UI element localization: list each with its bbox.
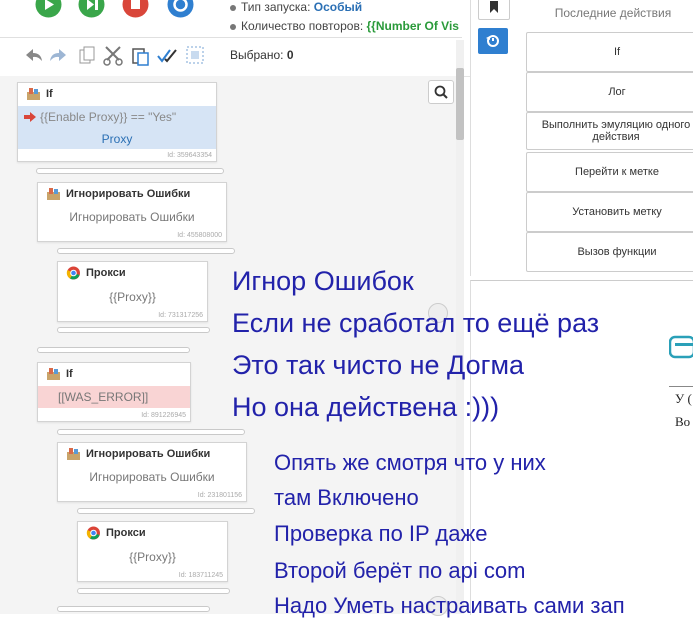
bookmark-button[interactable] bbox=[478, 0, 510, 20]
block-body: Игнорировать Ошибки bbox=[89, 470, 215, 484]
action-goto-label-button[interactable]: Перейти к метке bbox=[526, 152, 693, 192]
proxy-block[interactable]: Прокси {{Proxy}} Id: 183711245 bbox=[77, 521, 228, 582]
block-header: Игнорировать Ошибки bbox=[58, 443, 246, 465]
block-body: {{Proxy}} bbox=[129, 550, 176, 564]
block-id: Id: 231801156 bbox=[197, 492, 242, 499]
selected-value: 0 bbox=[286, 48, 294, 62]
divider bbox=[669, 386, 693, 387]
block-title: Игнорировать Ошибки bbox=[86, 448, 211, 460]
connector bbox=[57, 327, 210, 333]
block-id: Id: 731317256 bbox=[158, 312, 203, 319]
annotation-line: Опять же смотря что у них bbox=[274, 450, 546, 475]
condition-sub: Proxy bbox=[101, 132, 133, 146]
connector bbox=[77, 588, 230, 594]
annotation-line: там Включено bbox=[274, 485, 419, 510]
bullet-icon bbox=[230, 23, 236, 30]
bullet-icon bbox=[230, 4, 236, 11]
block-header: Прокси bbox=[78, 522, 227, 544]
block-header: If bbox=[38, 363, 190, 385]
ignore-errors-block[interactable]: Игнорировать Ошибки Игнорировать Ошибки … bbox=[37, 182, 227, 242]
selected-label: Выбрано: bbox=[230, 48, 284, 62]
condition-text: {{Enable Proxy}} == "Yes" bbox=[40, 110, 177, 124]
launch-type-label: Тип запуска: bbox=[241, 0, 311, 14]
annotation-line: Игнор Ошибок bbox=[232, 266, 414, 296]
action-if-button[interactable]: If bbox=[526, 32, 693, 72]
copy-icon[interactable] bbox=[76, 44, 98, 66]
condition-area: {{Enable Proxy}} == "Yes" Proxy bbox=[18, 106, 216, 149]
block-id: Id: 359643354 bbox=[167, 152, 212, 159]
history-button[interactable] bbox=[478, 28, 508, 54]
condition-area: [[WAS_ERROR]] bbox=[38, 386, 190, 408]
search-button[interactable] bbox=[428, 80, 454, 104]
annotation-line: Надо Уметь настраивать сами зап bbox=[274, 593, 625, 618]
annotation-line: Но она действена :))) bbox=[232, 392, 500, 422]
if-error-block[interactable]: If [[WAS_ERROR]] Id: 891226945 bbox=[37, 362, 191, 422]
selection-frame-icon[interactable] bbox=[184, 44, 206, 66]
divider bbox=[0, 37, 462, 38]
paste-icon[interactable] bbox=[130, 44, 152, 66]
ignore-errors-icon bbox=[67, 448, 80, 460]
block-header: If bbox=[18, 83, 216, 105]
connector bbox=[57, 429, 245, 435]
selected-count: Выбрано: 0 bbox=[230, 48, 294, 62]
annotation-line: Второй берёт по api com bbox=[274, 558, 526, 583]
block-header: Игнорировать Ошибки bbox=[38, 183, 226, 205]
history-label: Последние действия bbox=[554, 6, 672, 20]
action-log-button[interactable]: Лог bbox=[526, 72, 693, 112]
block-id: Id: 183711245 bbox=[178, 572, 223, 579]
arrow-right-icon bbox=[24, 112, 36, 122]
block-id: Id: 455808000 bbox=[177, 232, 222, 239]
block-title: Игнорировать Ошибки bbox=[66, 188, 191, 200]
block-title: If bbox=[66, 368, 73, 380]
restart-icon[interactable] bbox=[167, 0, 194, 18]
connector bbox=[77, 508, 255, 514]
block-body: {{Proxy}} bbox=[109, 290, 156, 304]
window-icon bbox=[668, 333, 693, 361]
repeat-label: Количество повторов: bbox=[241, 19, 364, 33]
repeat-count: Количество повторов: {{Number Of Vis bbox=[230, 19, 459, 33]
chrome-icon bbox=[86, 526, 100, 540]
connector bbox=[57, 248, 235, 254]
select-all-icon[interactable] bbox=[156, 44, 178, 66]
block-title: If bbox=[46, 88, 53, 100]
action-emulate-button[interactable]: Выполнить эмуляцию одного действия bbox=[526, 112, 693, 150]
chrome-icon bbox=[66, 266, 80, 280]
block-title: Прокси bbox=[86, 267, 126, 279]
repeat-value[interactable]: {{Number Of Vis bbox=[367, 19, 459, 33]
step-icon[interactable] bbox=[78, 0, 105, 18]
search-icon bbox=[434, 85, 448, 99]
redo-icon[interactable] bbox=[48, 44, 70, 66]
if-block[interactable]: If {{Enable Proxy}} == "Yes" Proxy Id: 3… bbox=[17, 82, 217, 162]
annotation-line: Если не сработал то ещё раз bbox=[232, 308, 600, 338]
block-id: Id: 891226945 bbox=[141, 412, 186, 419]
scrollbar-thumb[interactable] bbox=[456, 68, 464, 140]
annotation-line: Это так чисто не Догма bbox=[232, 350, 525, 380]
stop-icon[interactable] bbox=[122, 0, 149, 18]
action-call-function-button[interactable]: Вызов функции bbox=[526, 232, 693, 272]
if-block-icon bbox=[47, 368, 60, 380]
cut-icon[interactable] bbox=[102, 44, 124, 66]
connector bbox=[36, 168, 224, 174]
condition-text: [[WAS_ERROR]] bbox=[58, 390, 149, 404]
ignore-errors-icon bbox=[47, 188, 60, 200]
history-icon bbox=[486, 35, 499, 47]
panel-text: Во bbox=[675, 414, 691, 429]
bookmark-icon bbox=[490, 1, 498, 13]
ignore-errors-block[interactable]: Игнорировать Ошибки Игнорировать Ошибки … bbox=[57, 442, 247, 502]
block-title: Прокси bbox=[106, 527, 146, 539]
block-header: Прокси bbox=[58, 262, 207, 284]
connector bbox=[57, 606, 210, 612]
launch-type: Тип запуска: Особый bbox=[230, 0, 362, 14]
if-block-icon bbox=[27, 88, 40, 100]
play-icon[interactable] bbox=[35, 0, 62, 18]
connector bbox=[37, 347, 190, 353]
toolbar: Тип запуска: Особый Количество повторов:… bbox=[0, 0, 470, 77]
panel-text: У ( bbox=[675, 391, 692, 406]
block-body: Игнорировать Ошибки bbox=[69, 210, 195, 224]
action-set-label-button[interactable]: Установить метку bbox=[526, 192, 693, 232]
annotation-line: Проверка по IP даже bbox=[274, 521, 488, 546]
launch-type-value[interactable]: Особый bbox=[314, 0, 362, 14]
undo-icon[interactable] bbox=[22, 44, 44, 66]
proxy-block[interactable]: Прокси {{Proxy}} Id: 731317256 bbox=[57, 261, 208, 322]
